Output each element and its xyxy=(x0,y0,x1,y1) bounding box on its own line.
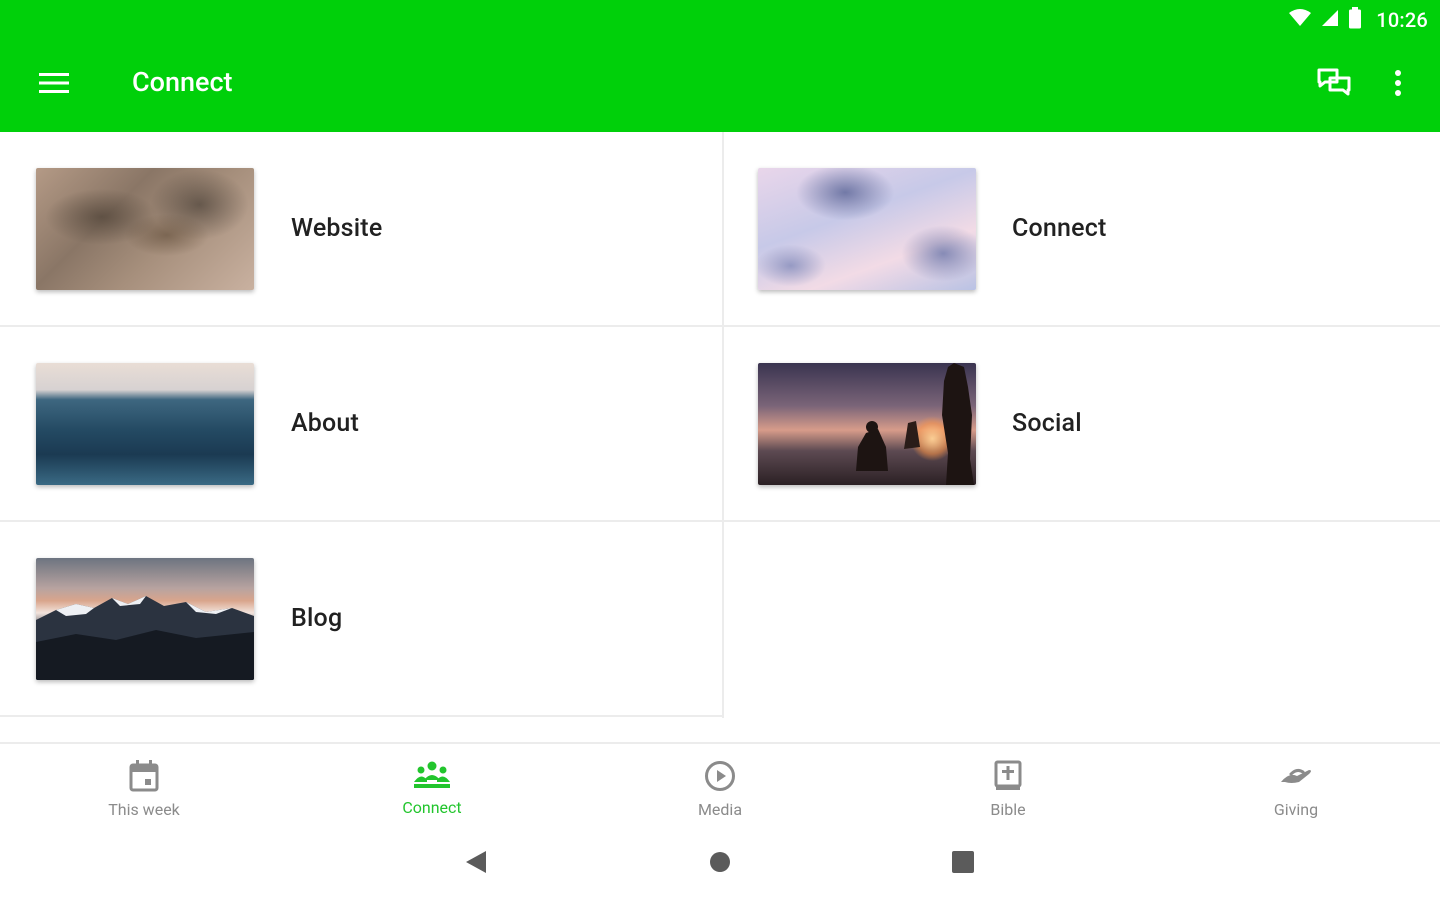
play-circle-icon xyxy=(704,760,736,796)
recents-square-icon xyxy=(951,850,975,878)
grid-item-social[interactable]: Social xyxy=(722,327,1440,522)
nav-label: Giving xyxy=(1273,800,1319,819)
thumbnail-image xyxy=(36,558,254,680)
grid-item-website[interactable]: Website xyxy=(0,132,722,327)
chat-bubbles-icon xyxy=(1317,68,1351,102)
column-divider xyxy=(722,132,724,718)
menu-button[interactable] xyxy=(30,65,78,105)
more-options-button[interactable] xyxy=(1378,64,1418,106)
home-button[interactable] xyxy=(700,850,740,878)
thumbnail-image xyxy=(36,363,254,485)
bible-icon xyxy=(994,760,1022,796)
wifi-icon xyxy=(1288,8,1312,32)
nav-item-this-week[interactable]: This week xyxy=(0,744,288,826)
recents-button[interactable] xyxy=(943,850,983,878)
grid-item-label: Website xyxy=(291,214,383,243)
bottom-navigation: This week Connect Media Bible Giving xyxy=(0,742,1440,826)
nav-label: This week xyxy=(108,800,180,819)
giving-hand-icon xyxy=(1279,760,1313,796)
app-bar: 10:26 Connect xyxy=(0,0,1440,132)
nav-item-giving[interactable]: Giving xyxy=(1152,744,1440,826)
toolbar: Connect xyxy=(0,40,1440,132)
nav-item-bible[interactable]: Bible xyxy=(864,744,1152,826)
back-triangle-icon xyxy=(464,849,488,879)
grid-item-label: About xyxy=(291,409,360,438)
status-bar: 10:26 xyxy=(1288,0,1440,40)
thumbnail-image xyxy=(36,168,254,290)
thumbnail-image xyxy=(758,168,976,290)
connect-grid: Website Connect About Social Blog xyxy=(0,132,1440,718)
home-circle-icon xyxy=(708,850,732,878)
hamburger-menu-icon xyxy=(39,72,69,98)
page-title: Connect xyxy=(132,66,233,98)
grid-item-connect[interactable]: Connect xyxy=(722,132,1440,327)
nav-item-media[interactable]: Media xyxy=(576,744,864,826)
battery-icon xyxy=(1348,7,1362,33)
nav-label: Bible xyxy=(990,800,1026,819)
system-navigation-bar xyxy=(0,826,1440,900)
grid-item-label: Blog xyxy=(291,604,343,633)
people-icon xyxy=(413,760,451,794)
status-time: 10:26 xyxy=(1376,8,1428,32)
nav-item-connect[interactable]: Connect xyxy=(288,744,576,826)
cell-signal-icon xyxy=(1320,8,1340,32)
nav-label: Connect xyxy=(402,798,462,817)
nav-label: Media xyxy=(697,800,743,819)
grid-item-blog[interactable]: Blog xyxy=(0,522,722,717)
chat-button[interactable] xyxy=(1310,64,1358,106)
thumbnail-image xyxy=(758,363,976,485)
grid-item-label: Connect xyxy=(1012,214,1107,243)
back-button[interactable] xyxy=(456,850,496,878)
grid-item-label: Social xyxy=(1012,409,1082,438)
grid-item-about[interactable]: About xyxy=(0,327,722,522)
calendar-icon xyxy=(129,760,159,796)
more-vert-icon xyxy=(1394,69,1402,101)
